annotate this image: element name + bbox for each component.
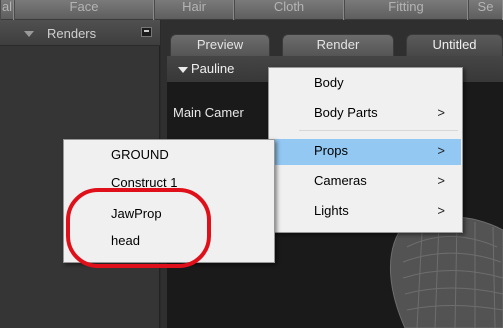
submenu-item-construct-1[interactable]: Construct 1 [65,171,273,197]
submenu-arrow-icon: > [437,105,445,120]
tab-label: Render [316,37,360,52]
menu-item-props[interactable]: Props > [270,139,461,165]
submenu-arrow-icon: > [437,203,445,218]
submenu-item-label: Construct 1 [111,175,178,190]
tab-preview[interactable]: Preview [170,34,270,56]
props-submenu: GROUND Construct 1 JawProp head [63,139,275,263]
tab-label: Untitled [432,37,477,52]
top-tab-label: Cloth [273,0,305,14]
top-tab-partial-left[interactable]: al [0,0,14,20]
top-tab-cloth[interactable]: Cloth [234,0,344,20]
dropdown-arrow-icon[interactable] [178,67,188,73]
tab-label: Preview [196,37,244,52]
top-tab-label: Face [69,0,99,14]
collapse-arrow-icon[interactable] [24,31,34,37]
menu-item-label: Props [314,143,348,158]
figure-name: Pauline [191,61,235,76]
panel-menu-icon[interactable] [141,27,152,37]
menu-item-label: Body Parts [314,105,378,120]
submenu-item-head[interactable]: head [65,229,273,255]
top-tab-label: Fitting [388,0,424,14]
menu-item-label: Lights [314,203,349,218]
menu-separator [299,130,458,131]
renders-panel-header[interactable]: Renders [0,20,160,46]
top-tab-bar: al Face Hair Cloth Fitting Se [0,0,503,20]
context-menu: Body Body Parts > Props > Cameras > Ligh… [268,67,463,233]
submenu-item-label: head [111,233,140,248]
submenu-arrow-icon: > [437,173,445,188]
menu-item-label: Body [314,75,344,90]
menu-item-lights[interactable]: Lights > [270,199,461,225]
tab-render[interactable]: Render [282,34,394,56]
top-tab-fitting[interactable]: Fitting [344,0,468,20]
menu-item-body[interactable]: Body [270,71,461,97]
menu-item-label: Cameras [314,173,367,188]
submenu-item-jawprop[interactable]: JawProp [65,202,273,228]
tab-untitled[interactable]: Untitled [406,34,503,56]
submenu-item-ground[interactable]: GROUND [65,143,273,169]
top-tab-label: Se [477,0,494,14]
top-tab-face[interactable]: Face [14,0,154,20]
menu-item-cameras[interactable]: Cameras > [270,169,461,195]
top-tab-hair[interactable]: Hair [154,0,234,20]
top-tab-partial-right[interactable]: Se [468,0,503,20]
submenu-item-label: GROUND [111,147,169,162]
renders-panel-title: Renders [47,26,97,41]
top-tab-label: Hair [182,0,206,14]
top-tab-label: al [1,0,13,14]
submenu-arrow-icon: > [437,143,445,158]
submenu-item-label: JawProp [111,206,162,221]
menu-item-body-parts[interactable]: Body Parts > [270,101,461,127]
